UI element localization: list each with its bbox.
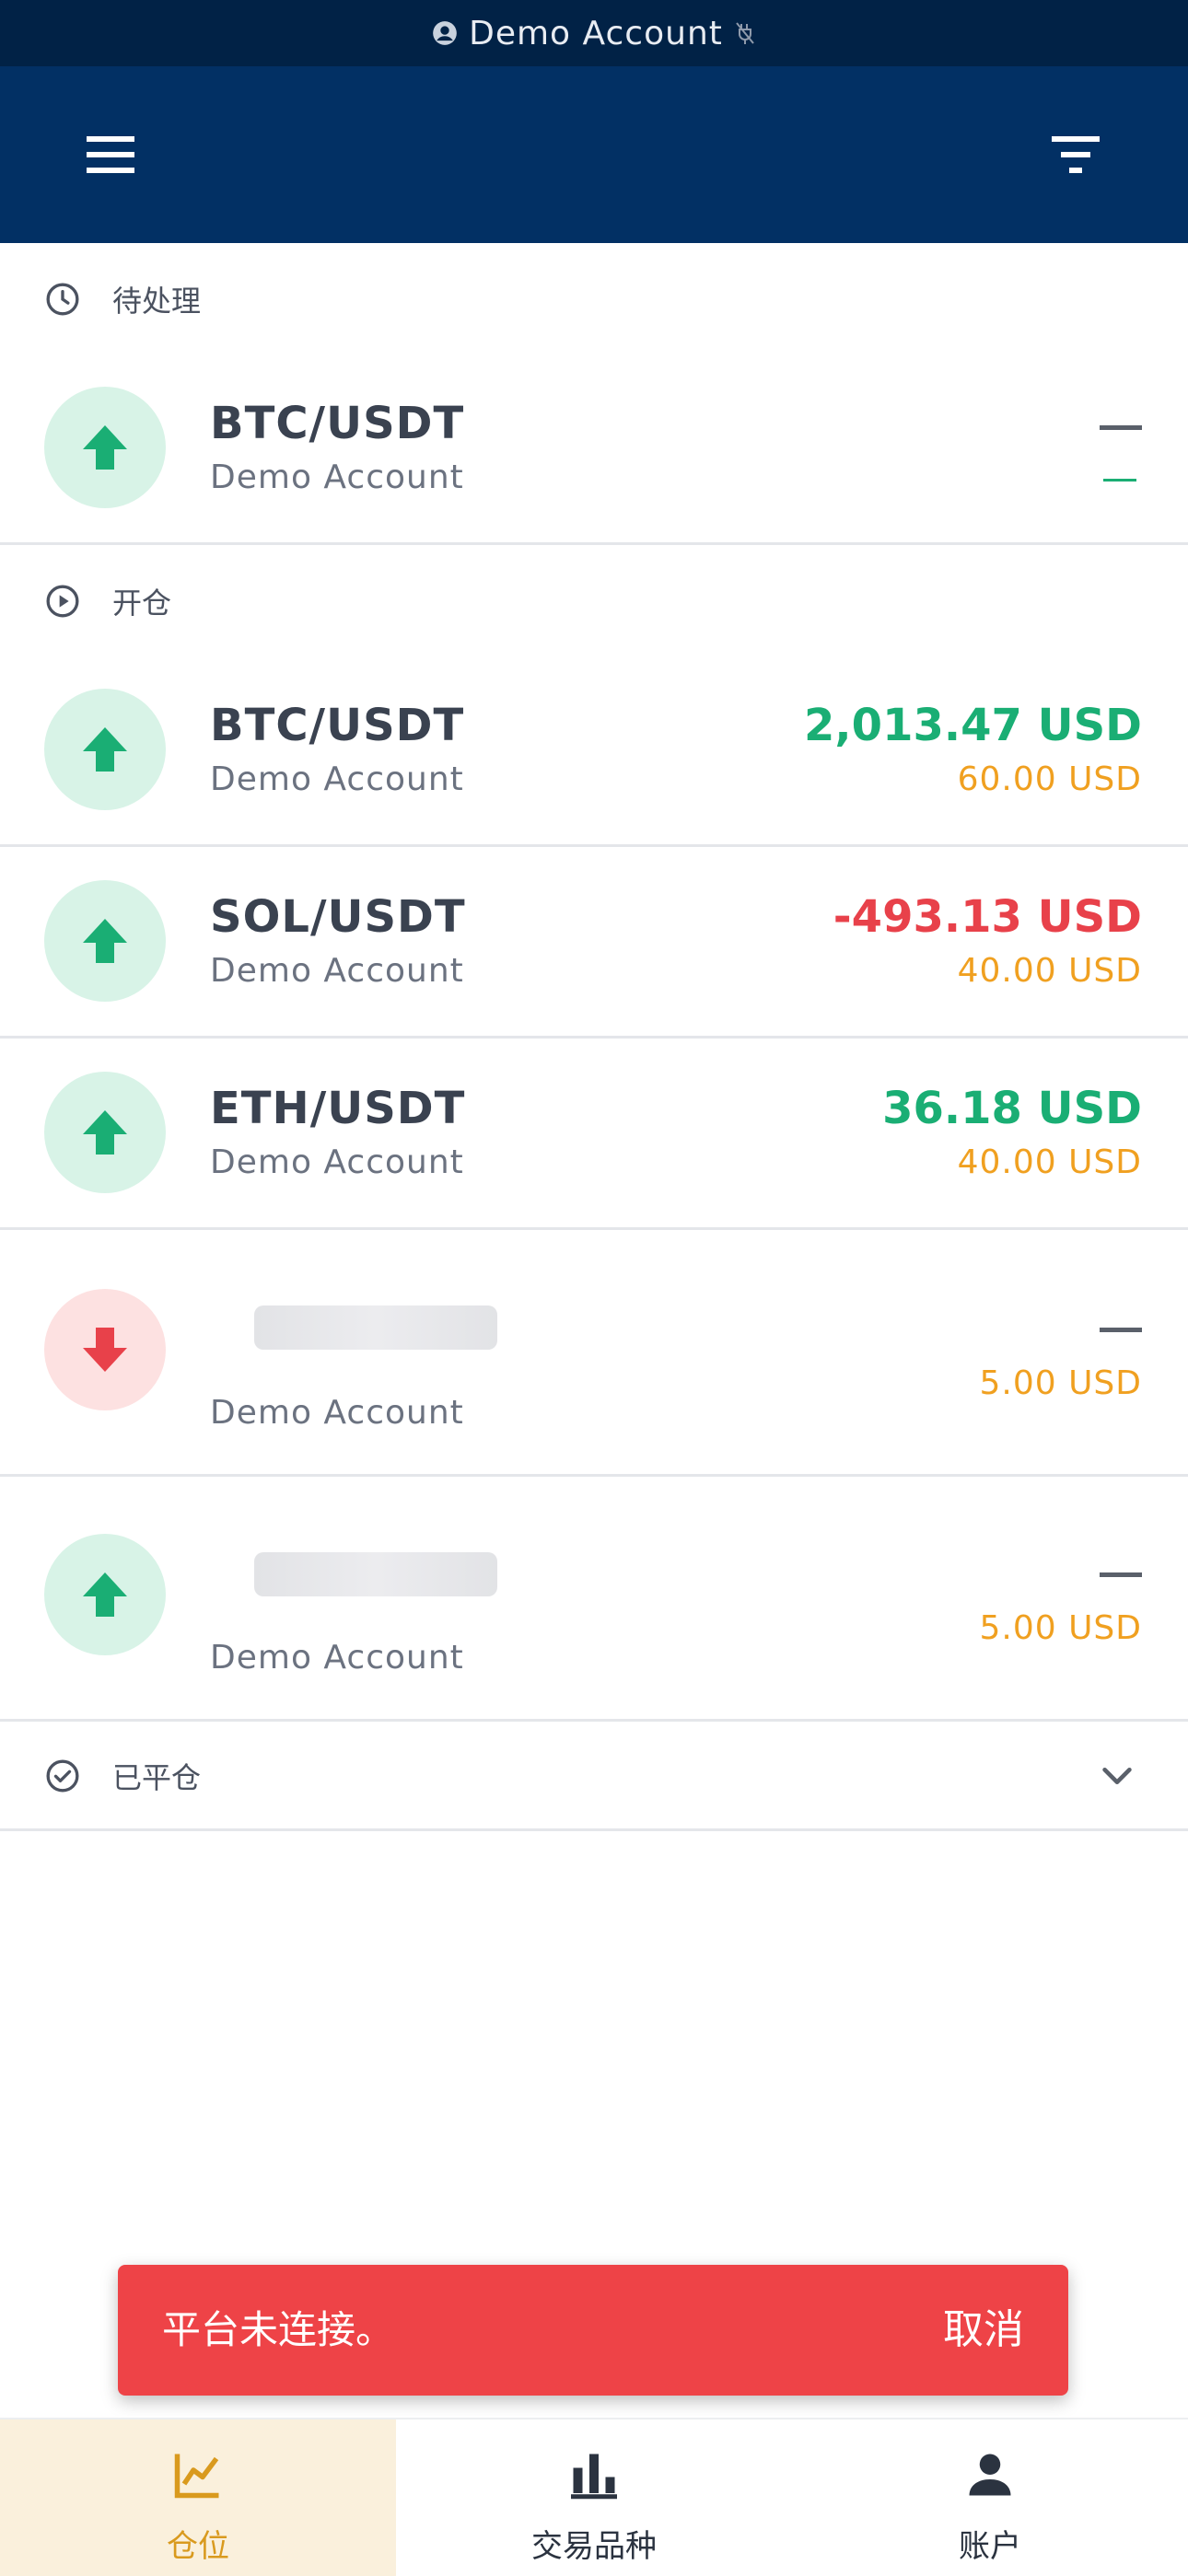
open-position-row[interactable]: Demo Account 5.00 USD <box>0 1477 1188 1722</box>
arrow-down-icon <box>83 1328 127 1372</box>
app-bar <box>0 66 1188 243</box>
disconnected-icon <box>736 22 754 44</box>
filter-icon <box>1052 136 1100 173</box>
pnl-value: 2,013.47 USD <box>804 700 1142 751</box>
section-closed-label: 已平仓 <box>112 1760 202 1795</box>
section-pending-label: 待处理 <box>112 284 202 319</box>
nav-label: 账户 <box>959 2528 1021 2565</box>
section-divider <box>0 1828 1188 1831</box>
section-pending-header: 待处理 <box>0 249 1188 350</box>
chevron-down-icon <box>1102 1767 1132 1785</box>
section-closed-header[interactable]: 已平仓 <box>0 1723 1188 1828</box>
account-label: Demo Account <box>210 458 464 496</box>
arrow-up-icon <box>83 1110 127 1155</box>
nav-tab-account[interactable]: 账户 <box>792 2419 1188 2576</box>
section-open-header: 开仓 <box>0 551 1188 652</box>
nav-tab-instruments[interactable]: 交易品种 <box>396 2419 792 2576</box>
amount-value: 40.00 USD <box>957 1143 1142 1181</box>
pnl-value: -493.13 USD <box>833 891 1142 943</box>
direction-badge <box>44 387 166 508</box>
nav-label: 仓位 <box>167 2528 229 2565</box>
status-account-label: Demo Account <box>469 14 723 52</box>
amount-placeholder-dash <box>1103 479 1136 482</box>
pair-loading-skeleton <box>254 1552 497 1596</box>
arrow-up-icon <box>83 727 127 772</box>
filter-button[interactable] <box>1046 129 1105 180</box>
pnl-placeholder-dash <box>1100 425 1142 430</box>
hamburger-menu-icon <box>87 136 134 173</box>
bar-chart-icon <box>571 2454 617 2500</box>
snackbar-message: 平台未连接。 <box>162 2307 395 2352</box>
open-position-row[interactable]: SOL/USDT Demo Account -493.13 USD 40.00 … <box>0 847 1188 1039</box>
account-label: Demo Account <box>210 760 464 798</box>
direction-badge <box>44 689 166 810</box>
account-circle-icon <box>433 21 457 45</box>
snackbar-cancel-button[interactable]: 取消 <box>943 2265 1024 2396</box>
status-bar: Demo Account <box>0 0 1188 66</box>
nav-tab-positions[interactable]: 仓位 <box>0 2419 396 2576</box>
arrow-up-icon <box>83 425 127 470</box>
amount-value: 40.00 USD <box>957 952 1142 990</box>
pnl-value: 36.18 USD <box>882 1083 1142 1134</box>
arrow-up-icon <box>83 919 127 963</box>
pair-label: ETH/USDT <box>210 1083 466 1134</box>
account-label: Demo Account <box>210 1394 464 1432</box>
clock-icon <box>46 283 79 316</box>
account-label: Demo Account <box>210 1143 464 1181</box>
arrow-up-icon <box>83 1572 127 1617</box>
pair-loading-skeleton <box>254 1305 497 1350</box>
pair-label: SOL/USDT <box>210 891 466 943</box>
account-label: Demo Account <box>210 1639 464 1677</box>
play-circle-icon <box>46 585 79 618</box>
pnl-placeholder-dash <box>1100 1328 1142 1332</box>
direction-badge <box>44 1289 166 1410</box>
nav-label: 交易品种 <box>531 2528 657 2565</box>
amount-value: 60.00 USD <box>957 760 1142 798</box>
open-position-row[interactable]: ETH/USDT Demo Account 36.18 USD 40.00 US… <box>0 1039 1188 1230</box>
open-position-row[interactable]: Demo Account 5.00 USD <box>0 1230 1188 1477</box>
bottom-navigation: 仓位 交易品种 账户 <box>0 2418 1188 2576</box>
pending-position-row[interactable]: BTC/USDT Demo Account <box>0 350 1188 545</box>
pair-label: BTC/USDT <box>210 700 465 751</box>
pair-label: BTC/USDT <box>210 398 465 449</box>
line-chart-icon <box>174 2454 219 2499</box>
amount-value: 5.00 USD <box>979 1364 1142 1402</box>
direction-badge <box>44 1534 166 1655</box>
direction-badge <box>44 880 166 1002</box>
open-position-row[interactable]: BTC/USDT Demo Account 2,013.47 USD 60.00… <box>0 652 1188 847</box>
pnl-placeholder-dash <box>1100 1572 1142 1577</box>
check-circle-icon <box>46 1759 79 1793</box>
amount-value: 5.00 USD <box>979 1609 1142 1647</box>
direction-badge <box>44 1072 166 1193</box>
snackbar: 平台未连接。 取消 <box>118 2265 1068 2396</box>
account-label: Demo Account <box>210 952 464 990</box>
menu-button[interactable] <box>81 129 140 180</box>
section-open-label: 开仓 <box>112 586 172 621</box>
person-icon <box>969 2454 1011 2496</box>
